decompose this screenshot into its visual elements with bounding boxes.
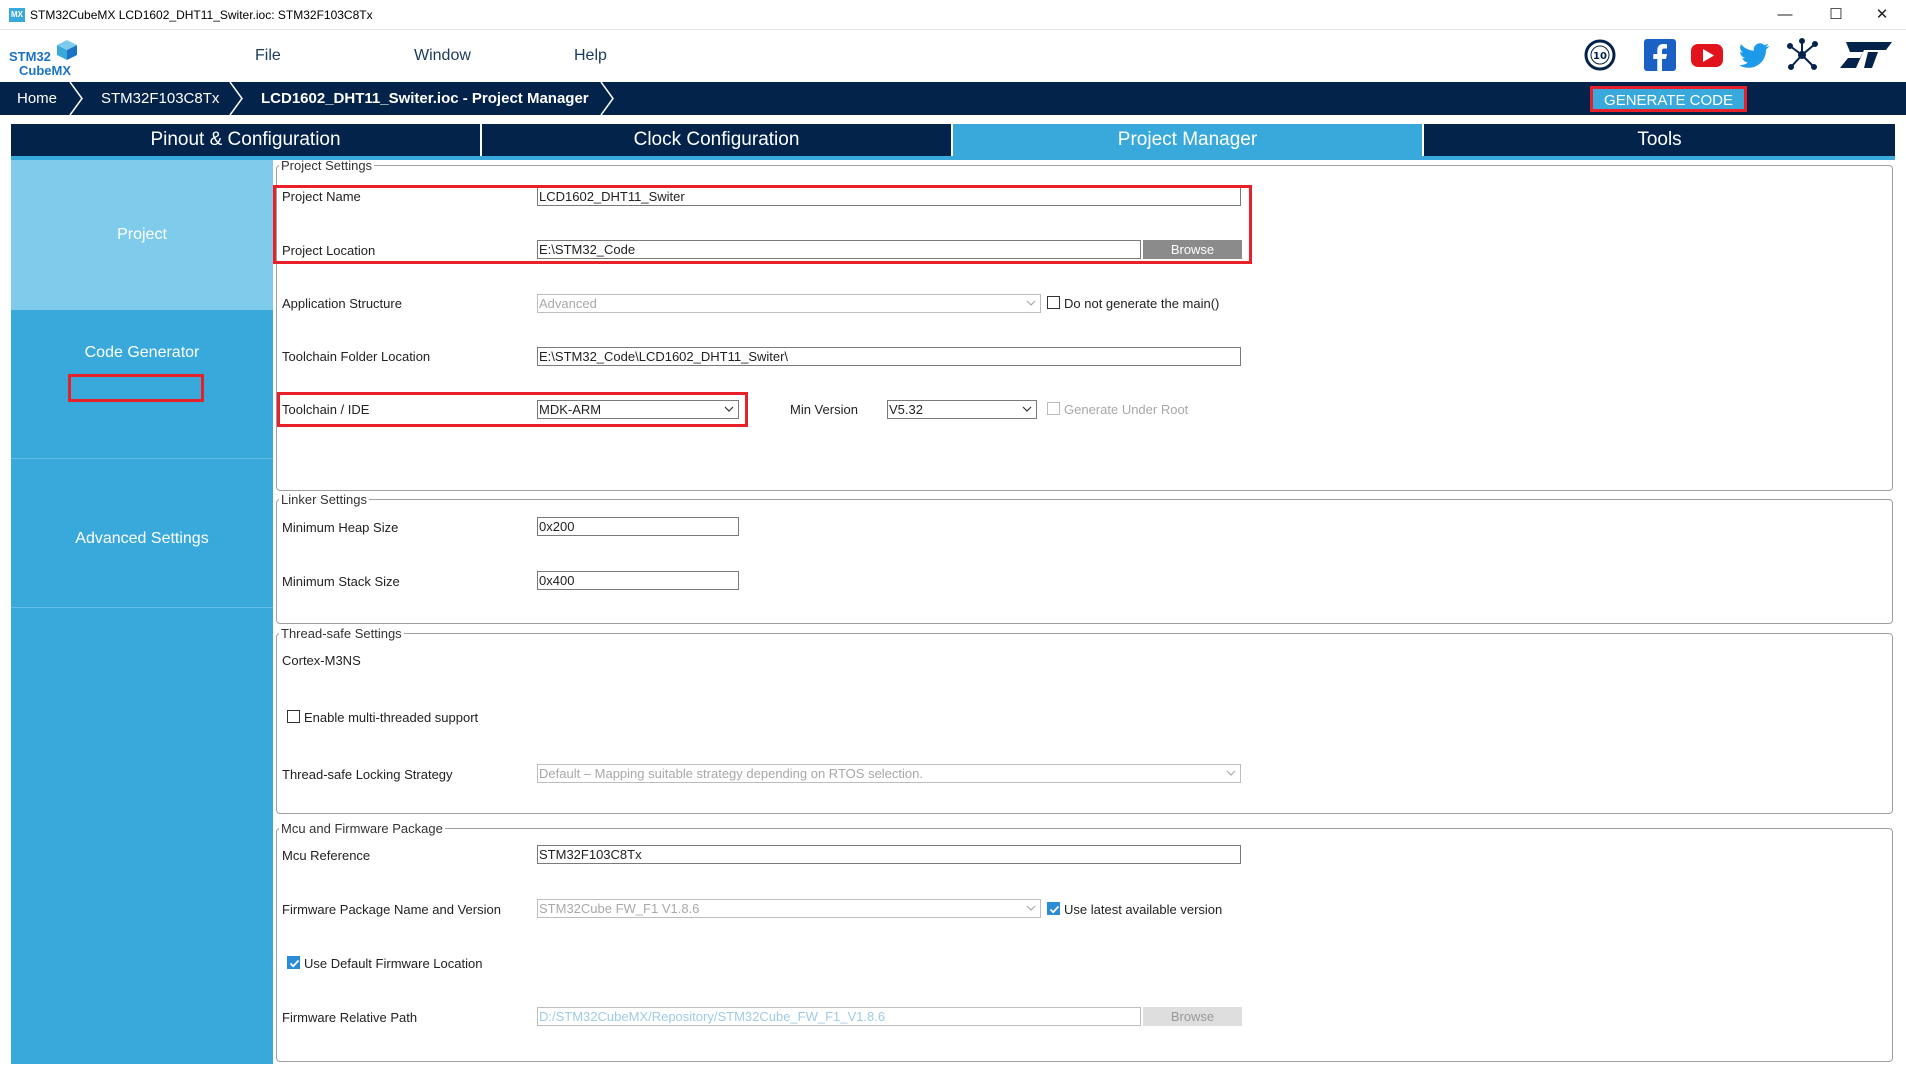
chevron-down-icon [1026,300,1036,306]
sidebar-item-advanced-settings[interactable]: Advanced Settings [11,459,273,607]
minimize-button[interactable]: — [1762,2,1808,28]
do-not-generate-main-label: Do not generate the main() [1064,296,1220,311]
mcu-firmware-legend: Mcu and Firmware Package [281,821,443,836]
firmware-package-label: Firmware Package Name and Version [282,902,501,917]
anniversary-10-icon[interactable]: 10 [1583,38,1617,72]
do-not-generate-main-checkbox[interactable] [1047,296,1060,309]
min-version-label: Min Version [790,402,858,417]
multi-threaded-checkbox[interactable] [287,710,300,723]
svg-text:10: 10 [1593,51,1607,62]
sidebar: Project Code Generator Advanced Settings [11,160,273,1064]
heap-size-input[interactable]: 0x200 [537,517,739,536]
toolchain-ide-highlight [277,392,748,427]
generate-code-button[interactable]: GENERATE CODE [1590,86,1747,112]
menu-help[interactable]: Help [574,47,607,65]
use-default-firmware-label: Use Default Firmware Location [304,956,483,971]
chevron-right-icon [229,82,243,115]
window-titlebar: MX STM32CubeMX LCD1602_DHT11_Switer.ioc:… [0,0,1906,30]
multi-threaded-label: Enable multi-threaded support [304,710,479,725]
generate-under-root-label: Generate Under Root [1064,402,1189,417]
network-icon[interactable] [1785,38,1819,72]
tab-project-manager[interactable]: Project Manager [953,124,1422,156]
tab-bar: Pinout & Configuration Clock Configurati… [11,124,1895,156]
firmware-path-label: Firmware Relative Path [282,1010,418,1025]
heap-size-label: Minimum Heap Size [282,520,399,535]
app-icon: MX [9,8,25,22]
code-generator-highlight [68,374,204,402]
window-title: STM32CubeMX LCD1602_DHT11_Switer.ioc: ST… [30,8,373,22]
checkmark-icon [289,959,300,968]
project-settings-legend: Project Settings [281,158,373,173]
checkmark-icon [1049,905,1060,914]
tab-tools[interactable]: Tools [1424,124,1895,156]
tab-pinout-configuration[interactable]: Pinout & Configuration [11,124,480,156]
application-structure-label: Application Structure [282,296,402,311]
mcu-reference-label: Mcu Reference [282,848,371,863]
thread-safe-settings-group: Thread-safe Settings [276,626,1893,814]
sidebar-item-label: Code Generator [84,344,200,361]
firmware-package-value: STM32Cube FW_F1 V1.8.6 [539,901,700,916]
toolchain-folder-label: Toolchain Folder Location [282,349,431,364]
min-version-value: V5.32 [889,402,923,417]
firmware-package-select[interactable]: STM32Cube FW_F1 V1.8.6 [537,899,1041,918]
chevron-down-icon [1026,905,1036,911]
facebook-icon[interactable] [1643,38,1677,72]
twitter-icon[interactable] [1737,38,1771,72]
linker-settings-legend: Linker Settings [281,492,367,507]
chevron-down-icon [1226,770,1236,776]
logo-text-stm32: STM32 [9,49,51,64]
st-logo-icon[interactable] [1834,38,1894,72]
chevron-right-icon [600,82,614,115]
project-manager-panel: Project Settings Project Name LCD1602_DH… [273,158,1895,1064]
tab-clock-configuration[interactable]: Clock Configuration [482,124,951,156]
thread-safe-legend: Thread-safe Settings [281,626,402,641]
min-version-select[interactable]: V5.32 [887,400,1037,419]
chevron-down-icon [1022,406,1032,412]
linker-settings-group: Linker Settings [276,492,1893,624]
browse-firmware-button[interactable]: Browse [1143,1007,1242,1026]
chevron-right-icon [69,82,83,115]
sidebar-item-label: Advanced Settings [75,530,209,547]
locking-strategy-select[interactable]: Default – Mapping suitable strategy depe… [537,764,1241,783]
menu-window[interactable]: Window [414,47,471,65]
use-default-firmware-checkbox[interactable] [287,956,300,969]
use-latest-version-label: Use latest available version [1064,902,1223,917]
locking-strategy-value: Default – Mapping suitable strategy depe… [539,766,923,781]
youtube-icon[interactable] [1690,38,1724,72]
firmware-path-input[interactable]: D:/STM32CubeMX/Repository/STM32Cube_FW_F… [537,1007,1141,1026]
sidebar-divider [11,607,273,608]
project-name-location-highlight [273,185,1252,264]
close-button[interactable]: ✕ [1859,2,1905,28]
breadcrumb-current[interactable]: LCD1602_DHT11_Switer.ioc - Project Manag… [261,82,589,115]
menu-file[interactable]: File [255,47,281,65]
stack-size-input[interactable]: 0x400 [537,571,739,590]
locking-strategy-label: Thread-safe Locking Strategy [282,767,453,782]
stack-size-label: Minimum Stack Size [282,574,400,589]
toolchain-folder-input[interactable]: E:\STM32_Code\LCD1602_DHT11_Switer\ [537,347,1241,366]
use-latest-version-checkbox[interactable] [1047,902,1060,915]
core-name-label: Cortex-M3NS [282,653,361,668]
breadcrumb-home[interactable]: Home [17,82,57,115]
stm32cubemx-logo: STM32 CubeMX [9,38,79,78]
logo-text-cubemx: CubeMX [19,63,71,78]
breadcrumb-mcu[interactable]: STM32F103C8Tx [101,82,219,115]
mcu-reference-input[interactable]: STM32F103C8Tx [537,845,1241,864]
maximize-button[interactable]: ☐ [1813,2,1859,28]
sidebar-item-project[interactable]: Project [11,160,273,310]
application-structure-value: Advanced [539,296,597,311]
sidebar-item-label: Project [117,226,167,243]
menu-bar [0,30,1906,82]
bottom-edge [0,1064,1906,1073]
generate-under-root-checkbox[interactable] [1047,402,1060,415]
application-structure-select[interactable]: Advanced [537,294,1041,313]
